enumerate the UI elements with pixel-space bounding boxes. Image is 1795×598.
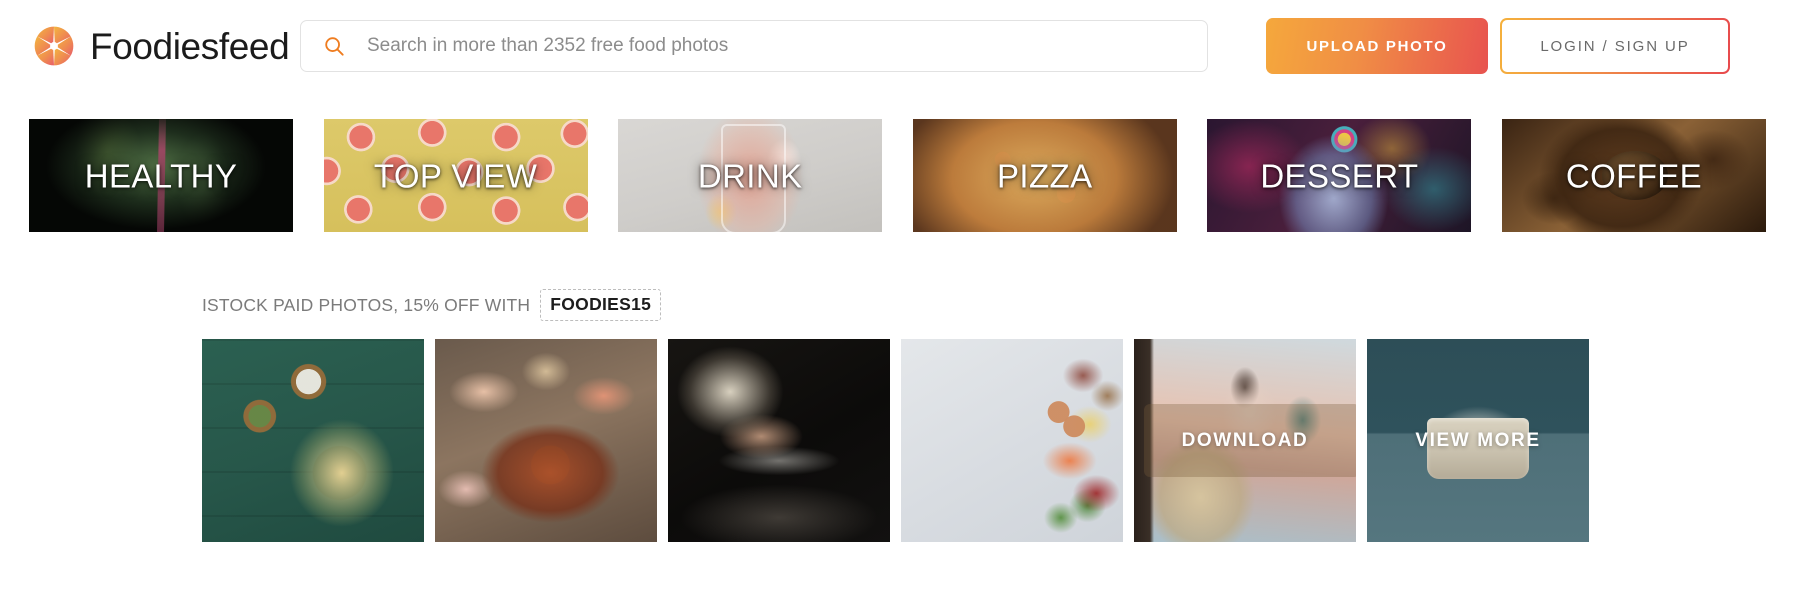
promo-thumbnail[interactable] bbox=[901, 339, 1123, 542]
aperture-icon bbox=[34, 26, 74, 66]
upload-photo-button[interactable]: UPLOAD PHOTO bbox=[1266, 18, 1488, 74]
promo-thumbnail[interactable] bbox=[668, 339, 890, 542]
promo-thumbnail-image bbox=[901, 339, 1123, 542]
search-input[interactable] bbox=[367, 21, 1181, 71]
download-label[interactable]: DOWNLOAD bbox=[1134, 430, 1356, 452]
istock-promo-section: ISTOCK PAID PHOTOS, 15% OFF WITH FOODIES… bbox=[0, 289, 1795, 542]
category-label: DRINK bbox=[697, 157, 803, 194]
brand-name: Foodiesfeed bbox=[90, 25, 290, 67]
search-box[interactable] bbox=[300, 20, 1208, 72]
promo-text: ISTOCK PAID PHOTOS, 15% OFF WITH bbox=[202, 294, 531, 315]
promo-thumbnail-image bbox=[435, 339, 657, 542]
category-label: PIZZA bbox=[997, 157, 1093, 194]
promo-code-badge[interactable]: FOODIES15 bbox=[540, 289, 662, 321]
category-tile-top-view[interactable]: TOP VIEW bbox=[323, 119, 588, 232]
category-label: TOP VIEW bbox=[373, 157, 538, 194]
brand-logo[interactable]: Foodiesfeed bbox=[32, 24, 300, 68]
header-actions: UPLOAD PHOTO LOGIN / SIGN UP bbox=[1266, 18, 1730, 74]
category-tile-dessert[interactable]: DESSERT bbox=[1207, 119, 1472, 232]
view-more-label[interactable]: VIEW MORE bbox=[1367, 430, 1589, 452]
search-container bbox=[300, 20, 1208, 72]
category-label: COFFEE bbox=[1565, 157, 1703, 194]
promo-thumbnail-download[interactable]: DOWNLOAD bbox=[1134, 339, 1356, 542]
category-tile-coffee[interactable]: COFFEE bbox=[1501, 119, 1766, 232]
site-header: Foodiesfeed UPLOAD PHOTO LOGIN / SIGN UP bbox=[0, 0, 1795, 92]
promo-thumbnail-image bbox=[202, 339, 424, 542]
promo-thumbnail-view-more[interactable]: VIEW MORE bbox=[1367, 339, 1589, 542]
promo-thumbnail-image bbox=[668, 339, 890, 542]
promo-thumbnail-grid: DOWNLOAD VIEW MORE bbox=[202, 339, 1795, 542]
promo-heading: ISTOCK PAID PHOTOS, 15% OFF WITH FOODIES… bbox=[202, 289, 1795, 321]
category-tile-healthy[interactable]: HEALTHY bbox=[29, 119, 293, 232]
login-signup-button[interactable]: LOGIN / SIGN UP bbox=[1500, 18, 1730, 74]
promo-thumbnail[interactable] bbox=[202, 339, 424, 542]
promo-thumbnail[interactable] bbox=[435, 339, 657, 542]
category-tile-pizza[interactable]: PIZZA bbox=[912, 119, 1177, 232]
category-label: DESSERT bbox=[1260, 157, 1419, 194]
search-icon bbox=[325, 37, 344, 56]
category-tile-drink[interactable]: DRINK bbox=[618, 119, 883, 232]
category-label: HEALTHY bbox=[84, 157, 238, 194]
category-tiles: HEALTHY TOP VIEW DRINK PIZZA DESSERT COF… bbox=[0, 119, 1795, 232]
